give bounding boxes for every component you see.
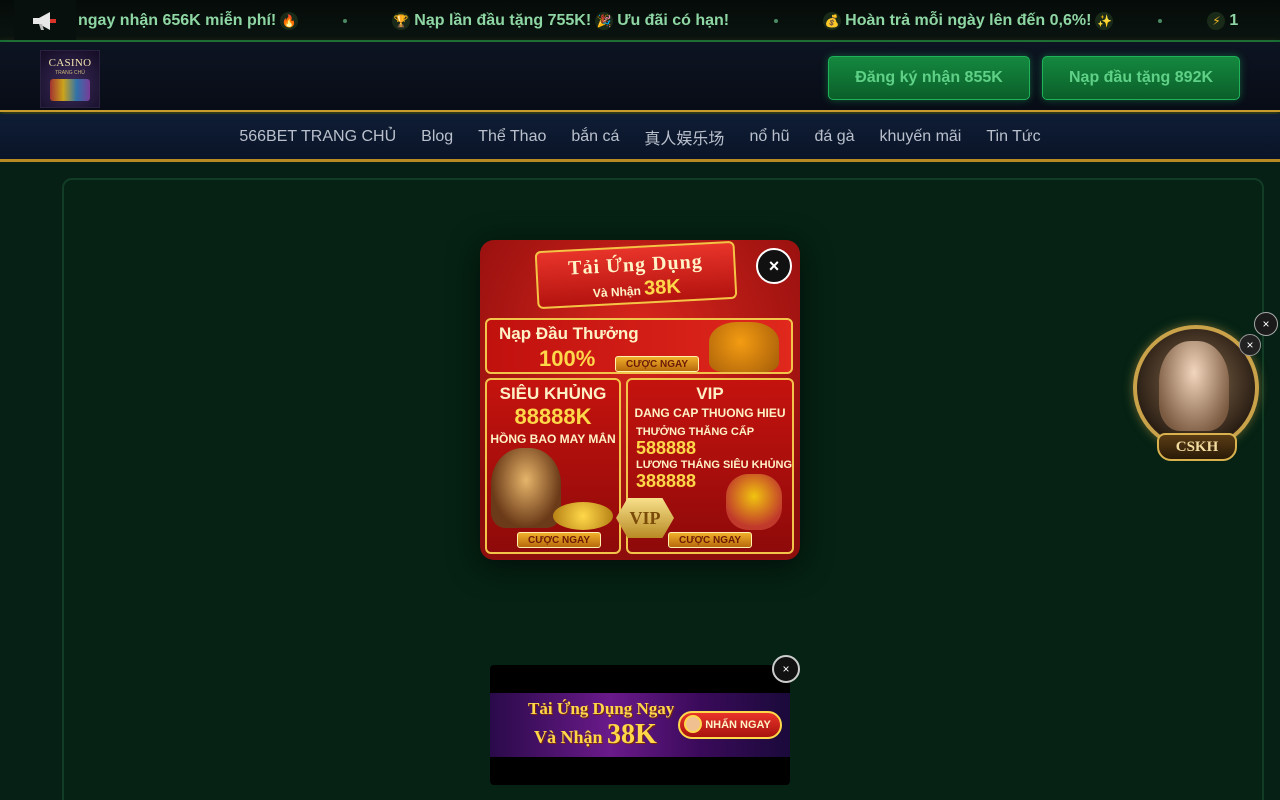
god-of-wealth-icon: [726, 474, 782, 530]
ticker-separator: [1158, 19, 1163, 23]
site-header: CASINO TRANG CHỦ Đăng ký nhận 855K Nạp đ…: [0, 42, 1280, 112]
popup-close-button[interactable]: ×: [756, 248, 792, 284]
nav-item-sports[interactable]: Thể Thao: [478, 128, 546, 146]
vip-upgrade-value: 588888: [636, 438, 697, 458]
sparkles-icon: ✨: [1095, 12, 1114, 30]
trophy-icon: 🏆: [392, 12, 411, 30]
card-amount: 88888K: [514, 404, 592, 429]
card-subtitle: DANG CAP THUONG HIEU: [634, 406, 786, 420]
vip-card[interactable]: VIP DANG CAP THUONG HIEU THƯỞNG THĂNG CẤ…: [616, 378, 794, 554]
goddess-figure-icon: [491, 448, 561, 528]
deposit-title: Nạp Đầu Thưởng: [499, 324, 639, 343]
card-title: SIÊU KHỦNG: [499, 384, 607, 403]
popup-deposit-panel[interactable]: Nạp Đầu Thưởng 100% CƯỢC NGAY: [485, 318, 793, 374]
lucky-envelope-card[interactable]: SIÊU KHỦNG 88888K HỒNG BAO MAY MẮN CƯỢC …: [485, 378, 621, 554]
fire-icon: 🔥: [280, 12, 299, 30]
support-widget-close-button[interactable]: ×: [1254, 312, 1278, 336]
ticker-item: 💰 Hoàn trả mỗi ngày lên đến 0,6%! ✨: [823, 12, 1114, 30]
nav-item-slots[interactable]: nổ hũ: [749, 128, 789, 146]
first-deposit-button[interactable]: Nạp đầu tặng 892K: [1042, 56, 1240, 100]
bet-now-button[interactable]: CƯỢC NGAY: [668, 532, 753, 548]
support-label: CSKH: [1157, 433, 1237, 461]
ticker-item: 🏆 Nạp lần đầu tặng 755K! 🎉 Ưu đãi có hạn…: [392, 12, 730, 30]
lightning-icon: ⚡: [1207, 12, 1226, 30]
nav-item-news[interactable]: Tin Tức: [986, 128, 1040, 146]
nav-item-cockfighting[interactable]: đá gà: [814, 128, 854, 146]
card-title: VIP: [696, 384, 724, 403]
ticker-item: ngay nhận 656K miễn phí! 🔥: [78, 12, 299, 30]
megaphone-icon: [14, 0, 76, 40]
banner-background: Tải Ứng Dụng Ngay Và Nhận 38K NHẤN NGAY: [490, 693, 790, 757]
bet-now-button[interactable]: CƯỢC NGAY: [517, 532, 602, 548]
nav-item-home[interactable]: 566BET TRANG CHỦ: [239, 128, 396, 146]
support-agent-avatar: [1159, 341, 1229, 431]
deposit-percent: 100%: [539, 346, 596, 371]
ticker-track: ngay nhận 656K miễn phí! 🔥 🏆 Nạp lần đầu…: [78, 0, 1238, 40]
tiger-mascot-icon: [709, 322, 779, 372]
logo-text: CASINO: [48, 57, 92, 69]
nav-item-live-casino[interactable]: 真人娱乐场: [644, 125, 724, 149]
ticker-item: ⚡ 1: [1207, 12, 1238, 30]
promo-popup[interactable]: Tải Ứng Dụng Và Nhận 38K Nạp Đầu Thưởng …: [480, 240, 800, 560]
vip-salary-label: LƯƠNG THÁNG SIÊU KHỦNG: [636, 459, 793, 471]
promo-ticker: ngay nhận 656K miễn phí! 🔥 🏆 Nạp lần đầu…: [0, 0, 1280, 42]
banner-title: Tải Ứng Dụng Ngay: [528, 699, 675, 718]
card-subtitle: HỒNG BAO MAY MẮN: [490, 432, 616, 446]
ticker-separator: [343, 19, 348, 23]
nav-item-blog[interactable]: Blog: [421, 128, 453, 146]
gold-coins-icon: [553, 502, 613, 530]
party-popper-icon: 🎉: [595, 12, 614, 30]
customer-support-widget[interactable]: CSKH ×: [1133, 325, 1261, 475]
app-download-banner[interactable]: Tải Ứng Dụng Ngay Và Nhận 38K NHẤN NGAY: [490, 665, 790, 785]
support-close-icon[interactable]: ×: [1239, 334, 1261, 356]
site-logo[interactable]: CASINO TRANG CHỦ: [40, 50, 100, 108]
bet-now-button[interactable]: CƯỢC NGAY: [615, 356, 700, 372]
slot-machine-icon: [50, 79, 90, 101]
banner-subtitle: Và Nhận 38K: [534, 719, 657, 750]
popup-banner: Tải Ứng Dụng Và Nhận 38K: [534, 240, 738, 310]
money-bag-icon: 💰: [823, 12, 842, 30]
main-nav: 566BET TRANG CHỦ Blog Thể Thao bắn cá 真人…: [0, 114, 1280, 162]
register-button[interactable]: Đăng ký nhận 855K: [828, 56, 1030, 100]
vip-upgrade-label: THƯỞNG THĂNG CẤP: [636, 426, 755, 438]
logo-subtext: TRANG CHỦ: [55, 70, 85, 76]
banner-close-button[interactable]: ×: [772, 655, 800, 683]
nav-item-promotions[interactable]: khuyến mãi: [880, 128, 962, 146]
nav-item-fishing[interactable]: bắn cá: [571, 128, 619, 146]
hand-pointer-icon: [684, 715, 702, 733]
vip-badge-icon: VIP: [616, 498, 674, 538]
ticker-separator: [774, 19, 779, 23]
